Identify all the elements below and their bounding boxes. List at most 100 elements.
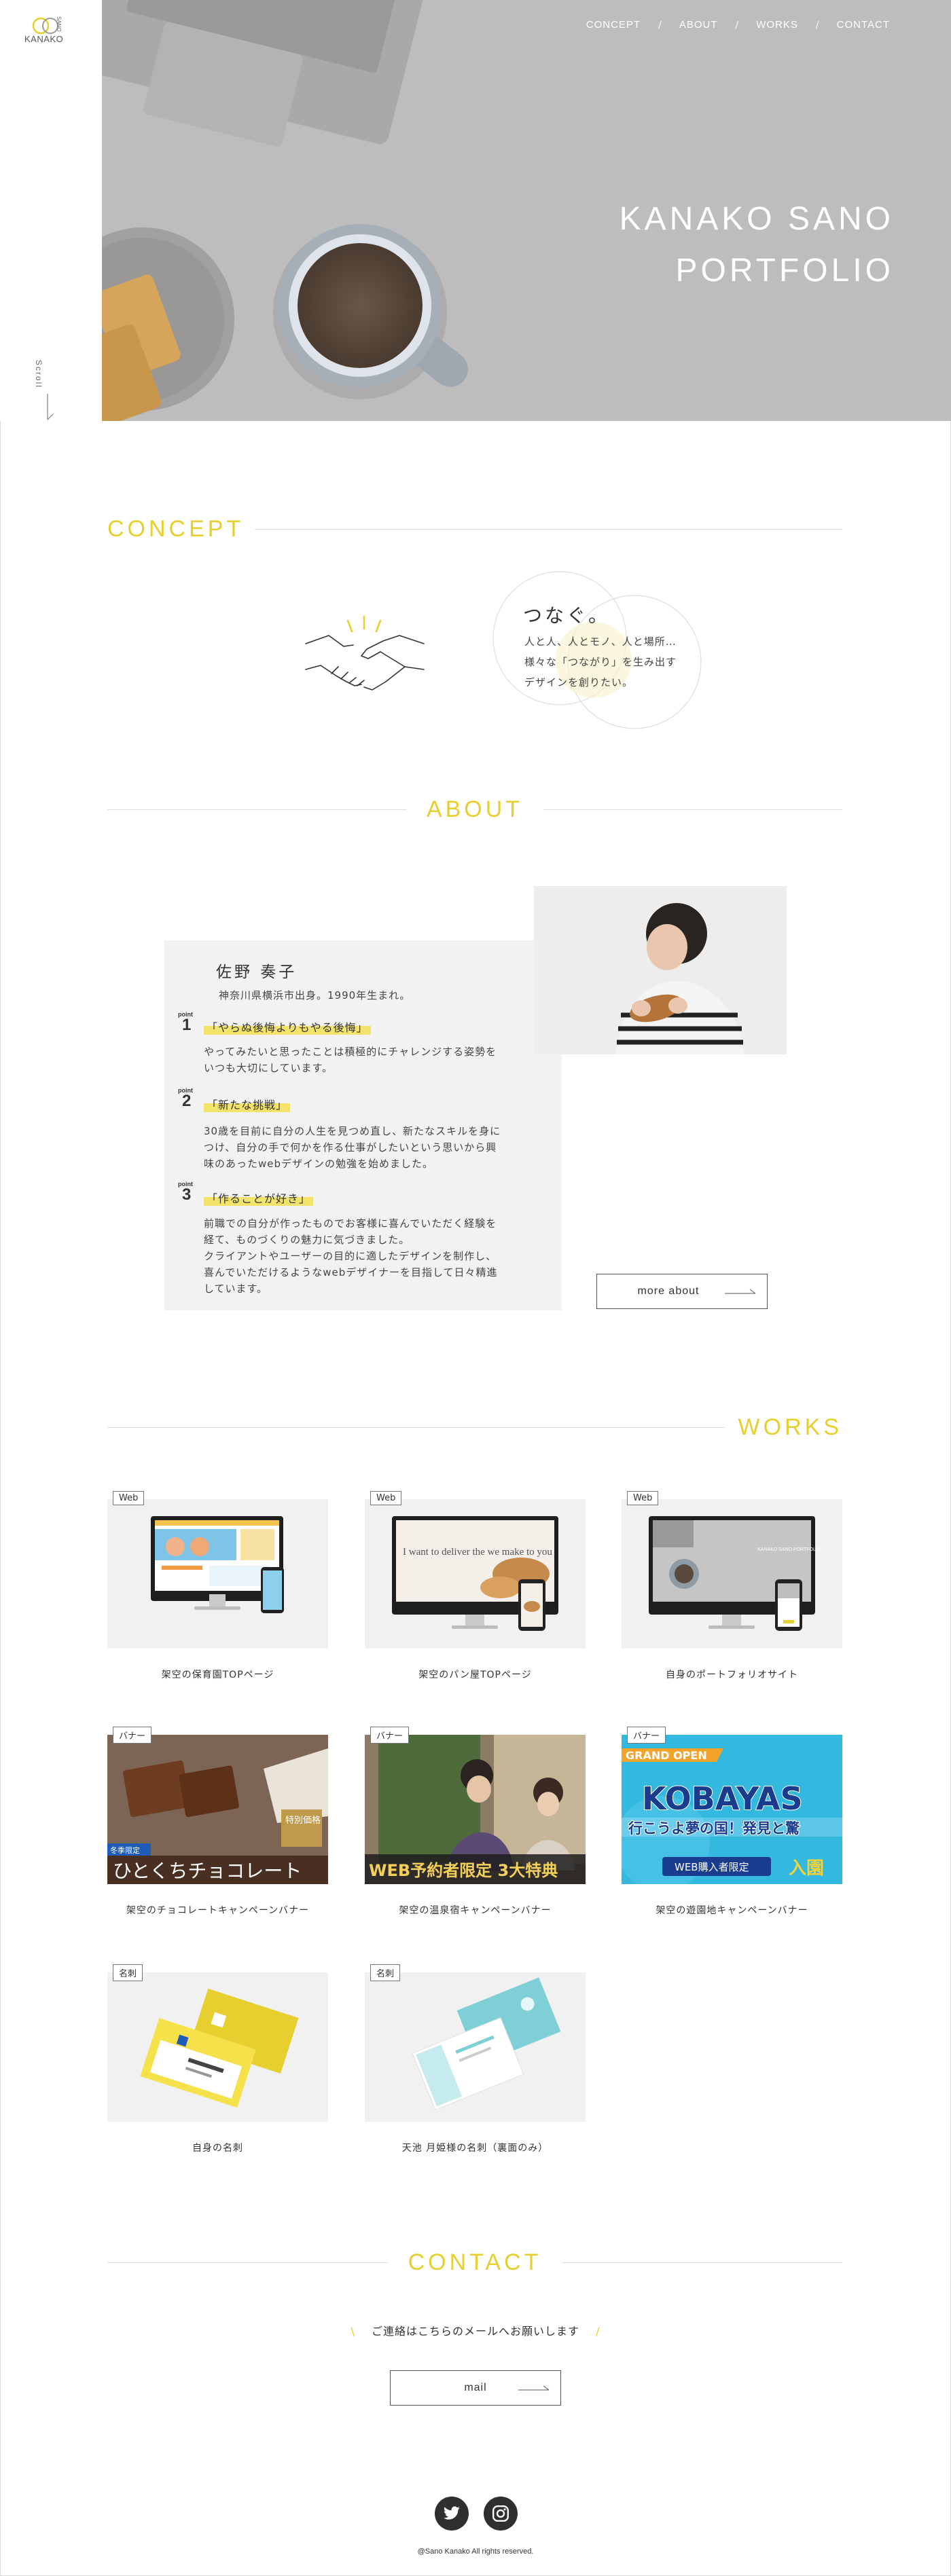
work-banner-text: ひとくちチョコレート [113,1860,302,1882]
sidebar: SANO KANAKO Scroll [0,0,102,421]
arrow-right-icon [725,1289,756,1294]
work-thumbnail [107,1972,328,2122]
more-about-button[interactable]: more about [596,1274,768,1309]
twitter-icon[interactable] [435,2497,469,2531]
point-text-line: 味のあったwebデザインの勉強を始めました。 [204,1158,434,1170]
concept-body-line: デザインを創りたい。 [524,676,634,688]
nav-concept[interactable]: CONCEPT [586,19,641,31]
work-banner-text: WEB予約者限定 3大特典 [369,1861,558,1880]
work-item[interactable]: Web 架空の保育園TOPページ [107,1491,328,1681]
profile-origin: 神奈川県横浜市出身。1990年生まれ。 [219,989,411,1001]
work-thumbnail: WEB予約者限定 3大特典 [365,1735,586,1884]
point-text-line: 喜んでいただけるようなwebデザイナーを目指して日々精進 [204,1266,498,1278]
contact-heading-row: CONTACT [107,2249,842,2276]
work-caption: 架空のチョコレートキャンペーンバナー [126,1905,310,1916]
point-text: 30歳を目前に自分の人生を見つめ直し、新たなスキルを身に つけ、自分の手で何かを… [204,1123,501,1172]
arrow-right-icon [518,2385,550,2391]
handshake-icon [305,615,425,691]
divider [107,2262,388,2263]
point-title: 「新たな挑戦」 [204,1096,291,1112]
work-thumbnail [365,1972,586,2122]
point-text-line: しています。 [204,1283,268,1295]
work-caption: 架空の遊園地キャンペーンバナー [656,1905,808,1916]
nav-contact[interactable]: CONTACT [837,19,890,31]
work-item[interactable]: バナー GRAND OPEN KOBAYAS 行こうよ夢の国！発見と驚 WEB購… [622,1727,842,1917]
work-tag: バナー [113,1727,152,1744]
nav-separator: / [815,19,819,31]
scroll-arrow-icon [47,394,54,420]
nav-separator: / [658,19,662,31]
concept-body-line: 様々な「つながり」を生み出す [524,656,677,668]
instagram-icon[interactable] [484,2497,518,2531]
divider [107,1427,725,1428]
concept-body: 人と人、人とモノ、人と場所… 様々な「つながり」を生み出す デザインを創りたい。 [524,631,677,693]
point-text-line: つけ、自分の手で何かを作る仕事がしたいという思いから興 [204,1141,497,1154]
point-text-line: やってみたいと思ったことは積極的にチャレンジする姿勢を [204,1046,497,1058]
work-tag: Web [627,1491,659,1505]
point-text: 前職での自分が作ったものでお客様に喜んでいただく経験を 経て、ものづくりの魅力に… [204,1215,498,1297]
work-caption: 架空の保育園TOPページ [161,1670,274,1680]
work-item[interactable]: 名刺 自身の名刺 [107,1964,328,2154]
profile-name: 佐野 奏子 [216,963,298,981]
contact-heading: CONTACT [408,2249,542,2275]
work-sub-text: 冬季限定 [110,1845,140,1855]
divider [255,529,842,530]
slash-decoration: \ [351,2325,355,2338]
logo-text[interactable]: KANAKO [24,34,63,44]
more-about-label: more about [637,1285,700,1297]
work-banner-sub: 行こうよ夢の国！発見と驚 [628,1820,800,1837]
divider [107,809,406,810]
point-text-line: いつも大切にしています。 [204,1062,334,1074]
work-tag: Web [113,1491,145,1505]
logo-arc-text: SANO [56,16,62,32]
mail-button[interactable]: mail [390,2370,561,2406]
about-heading-row: ABOUT [107,796,842,823]
work-item[interactable]: Web KANAKO SANO PORTFOLIO 自身のポートフォリオサイト [622,1491,842,1681]
work-thumbnail: KANAKO SANO PORTFOLIO [622,1499,842,1649]
contact-lead: \ ご連絡はこちらのメールへお願いします / [0,2322,951,2338]
concept-heading: CONCEPT [107,516,245,542]
work-ribbon-text: GRAND OPEN [626,1749,707,1762]
work-tag: 名刺 [370,1964,401,1981]
work-screen-text: KANAKO SANO PORTFOLIO [757,1547,821,1552]
profile-photo [534,886,787,1054]
work-item[interactable]: バナー WEB予約者限定 3大特典 架空の温泉宿キャンペーンバナー [365,1727,586,1917]
concept-headline: つなぐ。 [523,604,611,627]
point-number: 2 [182,1092,192,1110]
work-thumbnail: GRAND OPEN KOBAYAS 行こうよ夢の国！発見と驚 WEB購入者限定… [622,1735,842,1884]
point-title: 「作ることが好き」 [204,1190,314,1206]
work-item[interactable]: バナー 特別価格 冬季限定 ひとくちチョコレート 架空のチョコレートキャンペーン… [107,1727,328,1917]
point-text-line: クライアントやユーザーの目的に適したデザインを制作し、 [204,1250,497,1262]
concept-body-line: 人と人、人とモノ、人と場所… [524,636,677,648]
nav-separator: / [735,19,739,31]
work-caption: 自身のポートフォリオサイト [666,1670,798,1680]
point-text: やってみたいと思ったことは積極的にチャレンジする姿勢を いつも大切にしています。 [204,1044,497,1076]
work-item[interactable]: Web I want to deliver the we make to you… [365,1491,586,1681]
work-caption: 架空のパン屋TOPページ [418,1670,532,1680]
work-tag: Web [370,1491,402,1505]
work-banner-enter: 入園 [789,1858,824,1879]
divider [543,809,842,810]
work-banner-bottom: WEB購入者限定 [675,1861,749,1873]
nav-about[interactable]: ABOUT [679,19,718,31]
point-text-line: 30歳を目前に自分の人生を見つめ直し、新たなスキルを身に [204,1125,501,1137]
concept-heading-row: CONCEPT [107,516,842,542]
work-tag: 名刺 [113,1964,143,1981]
works-heading: WORKS [738,1414,842,1440]
work-screen-text: I want to deliver the we make to you [403,1547,552,1558]
work-thumbnail [107,1499,328,1649]
work-item[interactable]: 名刺 天池 月姫様の名刺（裏面のみ） [365,1964,586,2154]
nav-works[interactable]: WORKS [756,19,798,31]
works-heading-row: WORKS [107,1414,842,1441]
work-badge-text: 特別価格 [285,1815,321,1826]
about-heading: ABOUT [426,796,524,822]
work-caption: 自身の名刺 [192,2143,243,2154]
copyright: @Sano Kanako All rights reserved. [417,2547,534,2556]
social-icons [435,2497,518,2531]
scroll-label: Scroll [34,360,43,389]
work-thumbnail: I want to deliver the we make to you [365,1499,586,1649]
work-tag: バナー [370,1727,410,1744]
hero-title: KANAKO SANO PORTFOLIO [620,194,894,297]
point-text-line: 前職での自分が作ったものでお客様に喜んでいただく経験を [204,1217,497,1230]
work-caption: 架空の温泉宿キャンペーンバナー [399,1905,552,1916]
